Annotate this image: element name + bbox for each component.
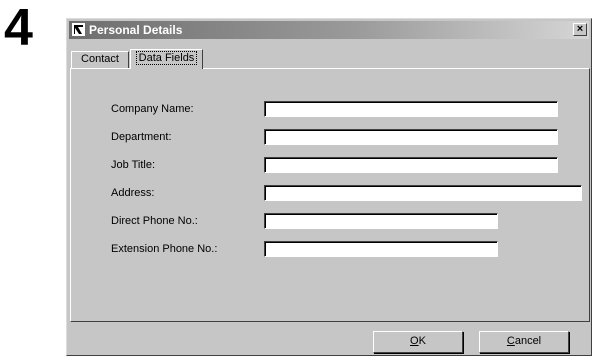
ok-label-rest: K [418,335,426,347]
tab-data-fields-label: Data Fields [135,51,198,65]
company-name-field[interactable] [264,101,558,117]
job-title-field[interactable] [264,157,558,173]
cancel-mnemonic: C [506,335,515,347]
title-bar[interactable]: Personal Details × [69,21,589,39]
tab-contact[interactable]: Contact [71,51,129,68]
cancel-button[interactable]: Cancel [479,331,569,353]
cancel-label-rest: ancel [514,335,542,347]
tab-contact-label: Contact [81,53,119,65]
department-label: Department: [111,131,172,143]
app-icon [72,23,85,36]
personal-details-dialog: Personal Details × Contact Data Fields C… [66,18,592,356]
ok-mnemonic: O [410,335,419,347]
step-number: 4 [4,0,33,57]
direct-phone-label: Direct Phone No.: [111,215,198,227]
close-icon: × [576,23,584,35]
address-label: Address: [111,187,155,199]
address-field[interactable] [264,185,582,201]
company-name-label: Company Name: [111,103,194,115]
direct-phone-field[interactable] [264,213,498,229]
dialog-title: Personal Details [89,23,183,37]
extension-phone-field[interactable] [264,241,498,257]
extension-phone-label: Extension Phone No.: [111,243,218,255]
data-fields-panel: Company Name: Department: Job Title: Add… [70,68,590,322]
tab-data-fields[interactable]: Data Fields [130,49,203,69]
department-field[interactable] [264,129,558,145]
close-button[interactable]: × [573,23,587,36]
job-title-label: Job Title: [111,159,156,171]
ok-button[interactable]: OK [373,331,463,353]
